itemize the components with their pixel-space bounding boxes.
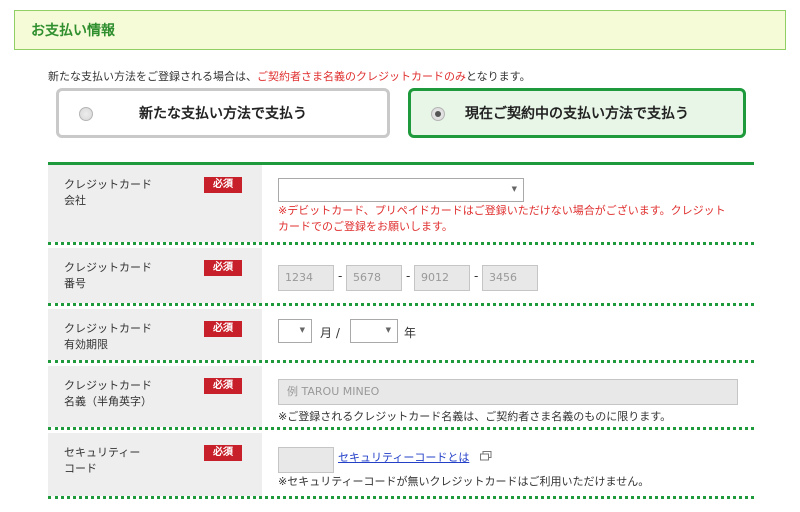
required-badge: 必須	[204, 321, 242, 337]
card-company-error-line1: ※デビットカード、プリペイドカードはご登録いただけない場合がございます。クレジッ…	[278, 204, 726, 217]
security-code-help-link[interactable]: セキュリティーコードとは	[338, 449, 469, 465]
section-title: お支払い情報	[31, 23, 115, 39]
card-company-select[interactable]	[278, 178, 524, 202]
card-name-input[interactable]: 例 TAROU MINEO	[278, 379, 738, 405]
expiry-input-cell: 月 / 年	[262, 309, 754, 360]
card-name-row: クレジットカード 名義（半角英字） 必須 例 TAROU MINEO ※ご登録さ…	[48, 366, 754, 430]
card-number-input-1[interactable]: 1234	[278, 265, 334, 291]
required-badge: 必須	[204, 378, 242, 394]
card-name-label: クレジットカード 名義（半角英字） 必須	[48, 366, 262, 427]
card-name-label-line2: 名義（半角英字）	[64, 395, 152, 408]
card-number-row: クレジットカード 番号 必須 1234 - 5678 - 9012 - 3456	[48, 248, 754, 306]
security-code-input-cell: セキュリティーコードとは ※セキュリティーコードが無いクレジットカードはご利用い…	[262, 433, 754, 496]
pay-current-label: 現在ご契約中の支払い方法で支払う	[465, 106, 689, 122]
external-window-icon	[480, 451, 492, 461]
security-code-label-line2: コード	[64, 462, 97, 475]
card-company-row: クレジットカード 会社 必須 ※デビットカード、プリペイドカードはご登録いただけ…	[48, 165, 754, 245]
pay-current-method-option[interactable]: 現在ご契約中の支払い方法で支払う	[408, 88, 746, 138]
required-badge: 必須	[204, 177, 242, 193]
card-company-label-line2: 会社	[64, 194, 86, 207]
card-company-label: クレジットカード 会社 必須	[48, 165, 262, 242]
security-code-label: セキュリティー コード 必須	[48, 433, 262, 496]
card-number-input-4[interactable]: 3456	[482, 265, 538, 291]
expiry-label-line2: 有効期限	[64, 338, 108, 351]
pay-new-label: 新たな支払い方法で支払う	[139, 106, 307, 122]
section-header: お支払い情報	[14, 10, 786, 50]
security-code-row: セキュリティー コード 必須 セキュリティーコードとは ※セキュリティーコードが…	[48, 433, 754, 499]
required-badge: 必須	[204, 260, 242, 276]
card-company-error-line2: カードでのご登録をお願いします。	[278, 220, 453, 233]
year-unit-label: 年	[404, 326, 417, 340]
required-badge: 必須	[204, 445, 242, 461]
expiry-month-select[interactable]	[278, 319, 312, 343]
card-number-separator: -	[406, 269, 411, 283]
card-name-note: ※ご登録されるクレジットカード名義は、ご契約者さま名義のものに限ります。	[278, 410, 672, 423]
pay-current-radio[interactable]	[431, 107, 445, 121]
card-number-label-line2: 番号	[64, 277, 86, 290]
pay-new-method-option[interactable]: 新たな支払い方法で支払う	[56, 88, 390, 138]
registration-notice: 新たな支払い方法をご登録される場合は、ご契約者さま名義のクレジットカードのみとな…	[48, 68, 531, 84]
expiry-label: クレジットカード 有効期限 必須	[48, 309, 262, 360]
card-number-input-3[interactable]: 9012	[414, 265, 470, 291]
notice-prefix: 新たな支払い方法をご登録される場合は、	[48, 70, 257, 83]
month-unit-label: 月 /	[320, 326, 340, 340]
card-number-label: クレジットカード 番号 必須	[48, 248, 262, 303]
security-code-input[interactable]	[278, 447, 334, 473]
card-number-separator: -	[338, 269, 343, 283]
expiry-year-select[interactable]	[350, 319, 398, 343]
security-code-note: ※セキュリティーコードが無いクレジットカードはご利用いただけません。	[278, 475, 650, 488]
card-name-input-cell: 例 TAROU MINEO ※ご登録されるクレジットカード名義は、ご契約者さま名…	[262, 366, 754, 427]
pay-new-radio[interactable]	[79, 107, 93, 121]
card-number-separator: -	[474, 269, 479, 283]
card-number-input-cell: 1234 - 5678 - 9012 - 3456	[262, 248, 754, 303]
card-company-error: ※デビットカード、プリペイドカードはご登録いただけない場合がございます。クレジッ…	[278, 203, 738, 235]
notice-highlight: ご契約者さま名義のクレジットカードのみ	[257, 70, 466, 83]
expiry-row: クレジットカード 有効期限 必須 月 / 年	[48, 309, 754, 363]
card-number-input-2[interactable]: 5678	[346, 265, 402, 291]
card-company-input-cell: ※デビットカード、プリペイドカードはご登録いただけない場合がございます。クレジッ…	[262, 165, 754, 242]
notice-suffix: となります。	[466, 70, 531, 83]
